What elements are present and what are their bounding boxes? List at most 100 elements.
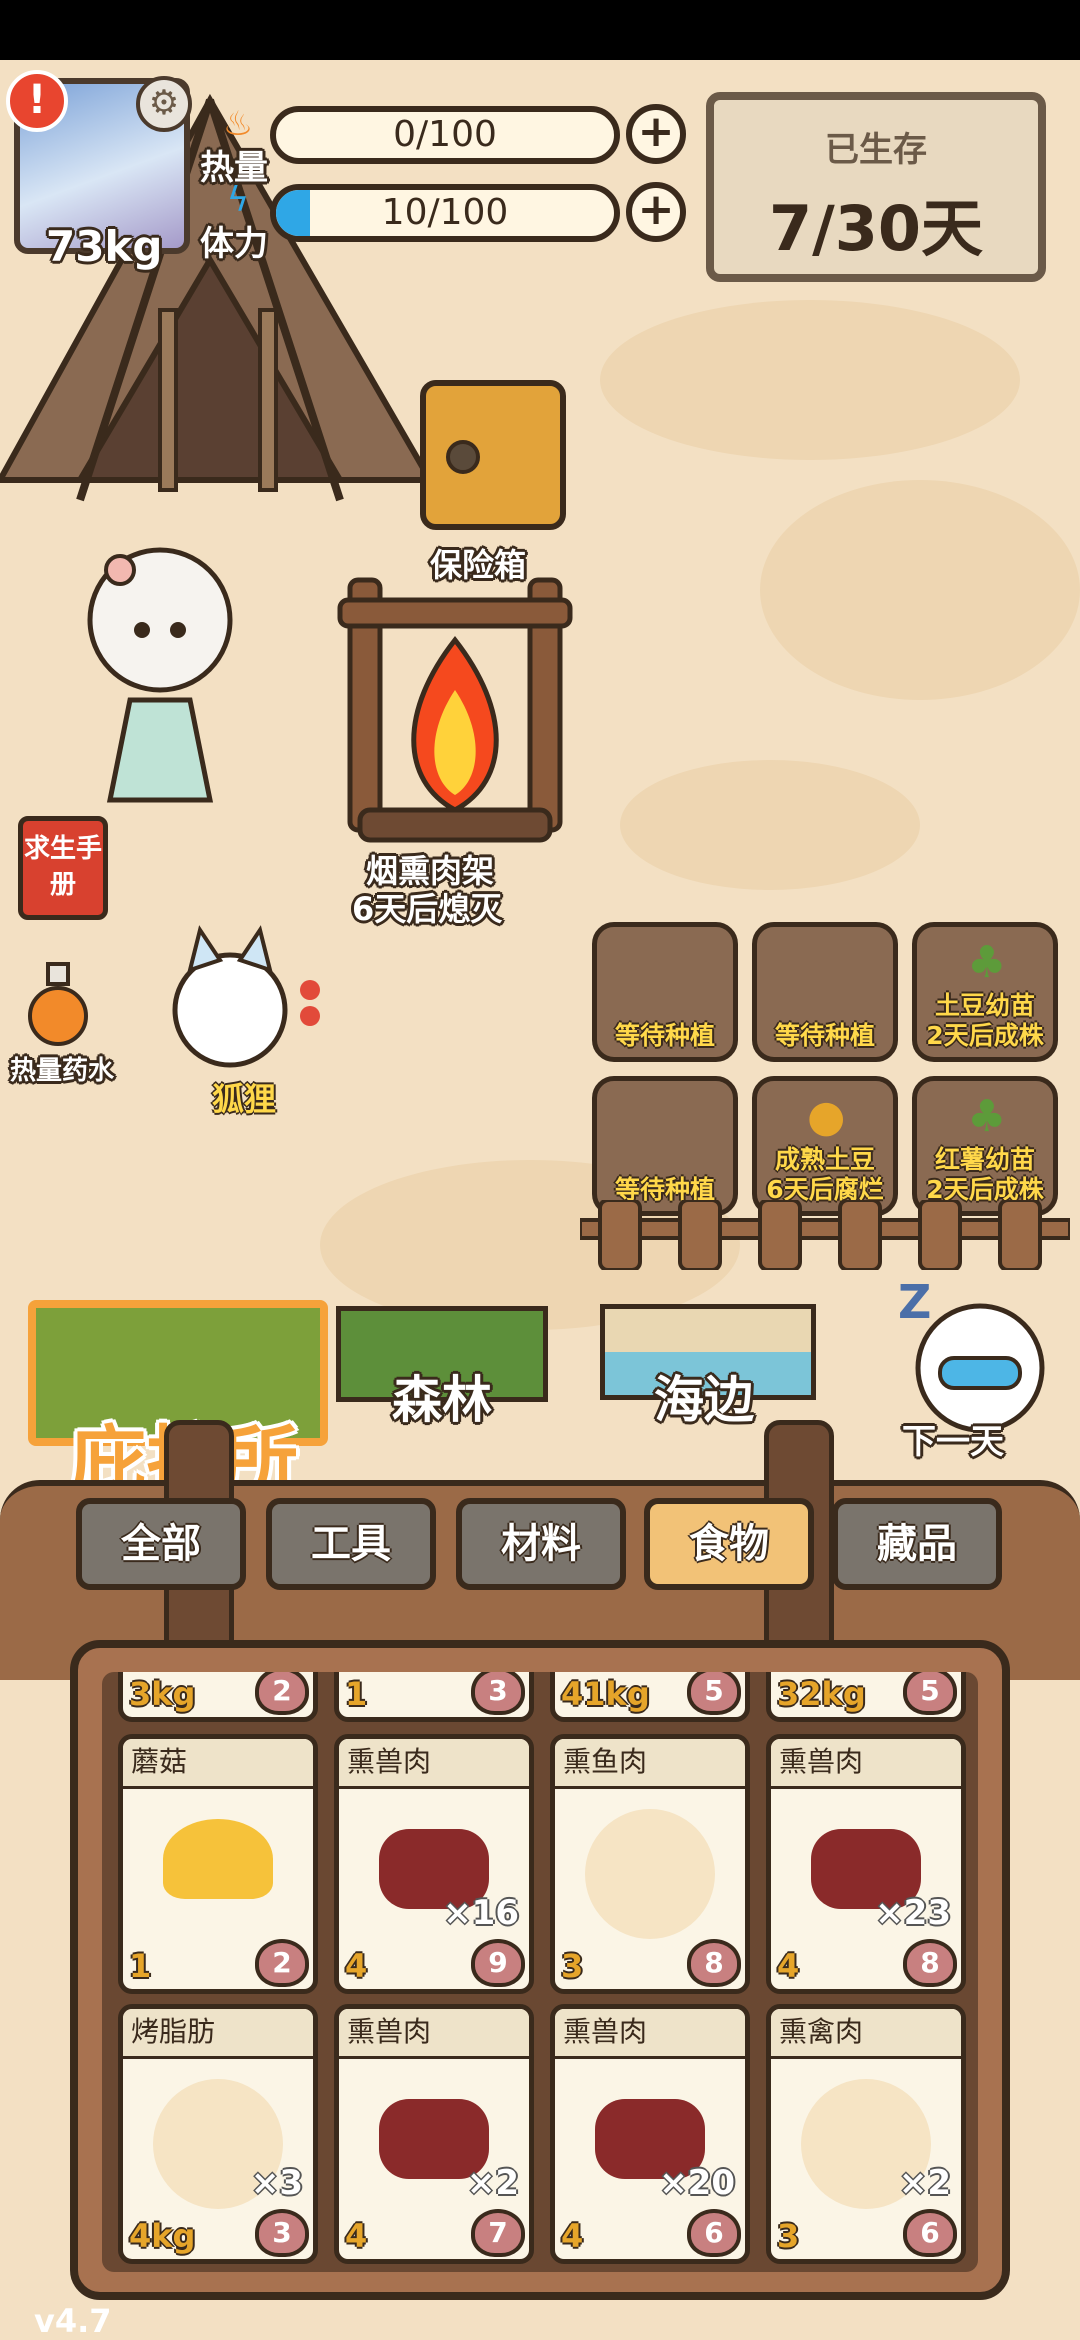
farm-plot[interactable]: 等待种植 xyxy=(752,922,898,1062)
stamina-value: 10/100 xyxy=(381,192,509,233)
item-name: 烤脂肪 xyxy=(123,2009,313,2059)
survival-board: 已生存 7/30天 xyxy=(706,92,1046,282)
item-weight: 4kg xyxy=(129,2217,196,2255)
forest-label: 森林 xyxy=(392,1371,492,1429)
plot-status: 土豆幼苗 2天后成株 xyxy=(926,991,1044,1050)
item-count: ×16 xyxy=(443,1893,519,1933)
potato-icon: ● xyxy=(807,1091,846,1142)
item-card[interactable]: 32kg 5 xyxy=(766,1672,966,1722)
farm-plot[interactable]: ● 成熟土豆 6天后腐烂 xyxy=(752,1076,898,1216)
item-weight: 41kg xyxy=(561,1675,650,1713)
freshness-badge: 5 xyxy=(687,1672,741,1715)
item-name: 熏兽肉 xyxy=(555,2009,745,2059)
potion-label: 热量药水 xyxy=(10,1056,115,1086)
smoker-status: 6天后熄灭 xyxy=(352,890,503,928)
fence xyxy=(580,1200,1070,1270)
freshness-badge: 8 xyxy=(687,1939,741,1987)
item-weight: 1 xyxy=(345,1675,368,1713)
item-name: 熏鱼肉 xyxy=(555,1739,745,1789)
smoking-rack[interactable] xyxy=(330,560,580,850)
item-weight: 4 xyxy=(345,1947,368,1985)
inventory-grid[interactable]: 3kg 2 13 41kg 5 32kg 5 蘑菇 1 2 熏兽肉 ×16 4 9 熏… xyxy=(102,1672,978,2272)
item-card[interactable]: 蘑菇 1 2 xyxy=(118,1734,318,1994)
sprout-icon: ♣ xyxy=(967,1091,1007,1142)
item-card[interactable]: 熏兽肉 ×23 4 8 xyxy=(766,1734,966,1994)
tab-materials[interactable]: 材料 xyxy=(456,1498,626,1590)
status-bar xyxy=(0,0,1080,60)
item-card[interactable]: 熏兽肉 ×20 4 6 xyxy=(550,2004,750,2264)
stamina-label: 体力 xyxy=(200,224,268,264)
item-card[interactable]: 13 xyxy=(334,1672,534,1722)
freshness-badge: 2 xyxy=(255,1939,309,1987)
safe-dial-icon xyxy=(446,440,480,474)
freshness-badge: 7 xyxy=(471,2209,525,2257)
fish-meat-icon xyxy=(585,1809,715,1939)
alert-icon[interactable]: ! xyxy=(6,70,68,132)
manual-label: 求生手册 xyxy=(23,834,102,900)
freshness-badge: 5 xyxy=(903,1672,957,1715)
item-weight: 4 xyxy=(561,2217,584,2255)
player-character xyxy=(87,547,233,803)
item-card[interactable]: 3kg 2 xyxy=(118,1672,318,1722)
heat-add-button[interactable]: + xyxy=(626,104,686,164)
lightning-icon: ϟ xyxy=(226,180,250,220)
flame-icon: ♨ xyxy=(222,104,254,144)
item-card[interactable]: 烤脂肪 ×3 4kg 3 xyxy=(118,2004,318,2264)
item-weight: 3 xyxy=(561,1947,584,1985)
freshness-badge: 2 xyxy=(255,1672,309,1715)
beach-label: 海边 xyxy=(654,1371,754,1429)
heat-bar: 0/100 xyxy=(270,106,620,164)
item-weight: 4 xyxy=(777,1947,800,1985)
item-weight: 4 xyxy=(345,2217,368,2255)
stamina-add-button[interactable]: + xyxy=(626,182,686,242)
next-day-label: 下一天 xyxy=(902,1422,1004,1462)
freshness-badge: 3 xyxy=(255,2209,309,2257)
safe[interactable] xyxy=(420,380,566,530)
heat-value: 0/100 xyxy=(393,114,497,155)
version-label: v4.7 xyxy=(34,2302,112,2340)
item-weight: 3 xyxy=(777,2217,800,2255)
stamina-bar: 10/100 xyxy=(270,184,620,242)
item-card[interactable]: 熏兽肉 ×16 4 9 xyxy=(334,1734,534,1994)
mushroom-icon xyxy=(163,1819,273,1899)
fox-pet[interactable] xyxy=(160,920,330,1070)
fox-label: 狐狸 xyxy=(212,1080,277,1118)
tab-tools[interactable]: 工具 xyxy=(266,1498,436,1590)
farm-plot[interactable]: ♣ 红薯幼苗 2天后成株 xyxy=(912,1076,1058,1216)
freshness-badge: 6 xyxy=(687,2209,741,2257)
farm-plot[interactable]: 等待种植 xyxy=(592,922,738,1062)
plot-status: 成熟土豆 6天后腐烂 xyxy=(766,1145,884,1204)
freshness-badge: 3 xyxy=(471,1672,525,1715)
freshness-badge: 9 xyxy=(471,1939,525,1987)
plot-status: 等待种植 xyxy=(614,1021,715,1050)
tab-all[interactable]: 全部 xyxy=(76,1498,246,1590)
item-card[interactable]: 熏禽肉 ×2 3 6 xyxy=(766,2004,966,2264)
item-card[interactable]: 熏鱼肉 3 8 xyxy=(550,1734,750,1994)
survival-days: 7/30天 xyxy=(768,192,984,265)
freshness-badge: 6 xyxy=(903,2209,957,2257)
farm-plot[interactable]: 等待种植 xyxy=(592,1076,738,1216)
inventory-panel: 3kg 2 13 41kg 5 32kg 5 蘑菇 1 2 熏兽肉 ×16 4 9 熏… xyxy=(70,1640,1010,2300)
item-name: 熏禽肉 xyxy=(771,2009,961,2059)
item-card[interactable]: 41kg 5 xyxy=(550,1672,750,1722)
plot-status: 等待种植 xyxy=(774,1021,875,1050)
gear-icon[interactable]: ⚙ xyxy=(136,76,192,132)
potion-icon[interactable] xyxy=(28,960,88,1050)
sprout-icon: ♣ xyxy=(967,937,1007,988)
svg-text:Z: Z xyxy=(898,1278,931,1329)
item-weight: 1 xyxy=(129,1947,152,1985)
tab-collectibles[interactable]: 藏品 xyxy=(832,1498,1002,1590)
farm-plot[interactable]: ♣ 土豆幼苗 2天后成株 xyxy=(912,922,1058,1062)
item-count: ×2 xyxy=(898,2163,951,2203)
item-count: ×3 xyxy=(250,2163,303,2203)
survival-manual-button[interactable]: 求生手册 xyxy=(18,816,108,920)
item-name: 熏兽肉 xyxy=(771,1739,961,1789)
tab-food[interactable]: 食物 xyxy=(644,1498,814,1590)
item-count: ×2 xyxy=(466,2163,519,2203)
item-weight: 3kg xyxy=(129,1675,196,1713)
freshness-badge: 8 xyxy=(903,1939,957,1987)
player-weight: 73kg xyxy=(46,222,163,271)
item-card[interactable]: 熏兽肉 ×2 4 7 xyxy=(334,2004,534,2264)
item-name: 熏兽肉 xyxy=(339,2009,529,2059)
item-weight: 32kg xyxy=(777,1675,866,1713)
